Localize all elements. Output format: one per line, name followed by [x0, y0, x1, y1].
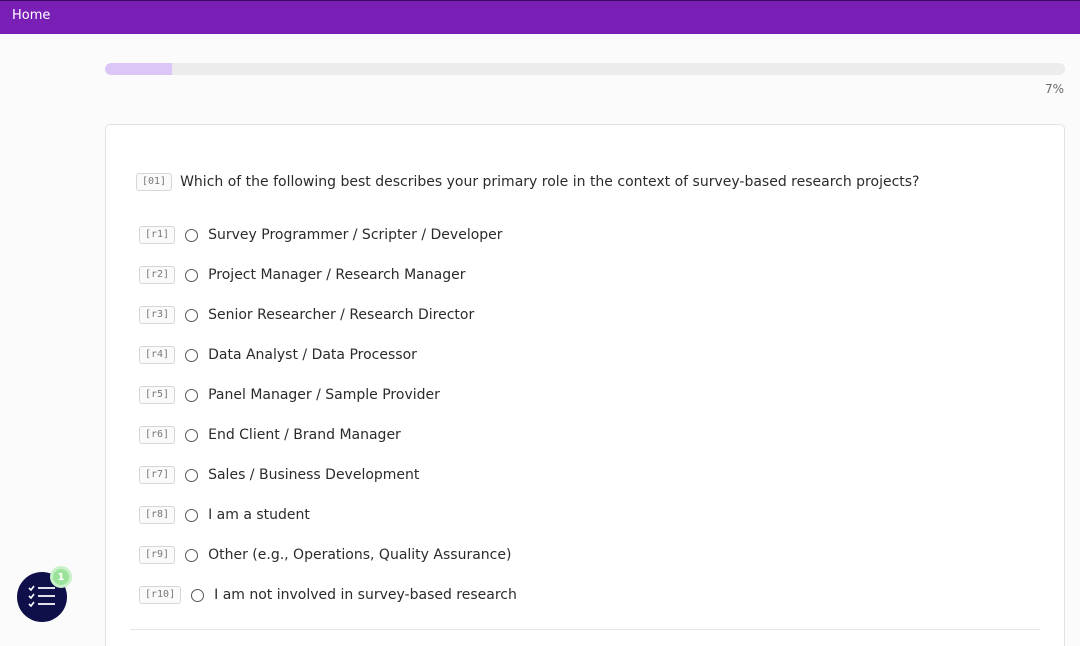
radio-button[interactable]	[185, 508, 199, 522]
option-r6[interactable]: [r6] End Client / Brand Manager	[139, 415, 517, 455]
option-tag: [r9]	[139, 546, 176, 564]
home-link[interactable]: Home	[12, 8, 50, 23]
radio-button[interactable]	[185, 308, 199, 322]
option-r5[interactable]: [r5] Panel Manager / Sample Provider	[139, 375, 517, 415]
option-tag: [r8]	[139, 506, 176, 524]
option-label[interactable]: I am a student	[208, 507, 310, 523]
option-tag: [r4]	[139, 346, 176, 364]
option-label[interactable]: Sales / Business Development	[208, 467, 419, 483]
checklist-fab-button[interactable]: 1	[17, 566, 72, 622]
option-label[interactable]: Project Manager / Research Manager	[208, 267, 465, 283]
question-header: [01] Which of the following best describ…	[136, 173, 919, 191]
option-r10[interactable]: [r10] I am not involved in survey-based …	[139, 575, 517, 615]
option-r8[interactable]: [r8] I am a student	[139, 495, 517, 535]
radio-button[interactable]	[185, 548, 199, 562]
top-navbar: Home	[0, 0, 1080, 34]
progress-percent: 7%	[1044, 82, 1064, 96]
radio-button[interactable]	[185, 228, 199, 242]
progress-bar-fill	[105, 63, 173, 75]
radio-button[interactable]	[191, 588, 205, 602]
option-tag: [r3]	[139, 306, 176, 324]
notification-badge: 1	[50, 566, 72, 588]
question-text: Which of the following best describes yo…	[180, 174, 920, 190]
option-label[interactable]: Senior Researcher / Research Director	[208, 307, 474, 323]
option-tag: [r5]	[139, 386, 176, 404]
option-label[interactable]: Other (e.g., Operations, Quality Assuran…	[208, 547, 511, 563]
option-tag: [r7]	[139, 466, 176, 484]
radio-button[interactable]	[185, 428, 199, 442]
option-tag: [r10]	[139, 586, 182, 604]
option-label[interactable]: End Client / Brand Manager	[208, 427, 401, 443]
option-tag: [r2]	[139, 266, 176, 284]
radio-button[interactable]	[185, 268, 199, 282]
option-tag: [r1]	[139, 226, 176, 244]
progress-bar	[105, 63, 1065, 75]
question-id-tag: [01]	[136, 173, 173, 191]
option-label[interactable]: I am not involved in survey-based resear…	[214, 587, 517, 603]
checklist-icon	[28, 585, 55, 608]
answer-options: [r1] Survey Programmer / Scripter / Deve…	[139, 215, 517, 615]
option-r9[interactable]: [r9] Other (e.g., Operations, Quality As…	[139, 535, 517, 575]
radio-button[interactable]	[185, 348, 199, 362]
option-label[interactable]: Panel Manager / Sample Provider	[208, 387, 440, 403]
card-divider	[130, 629, 1040, 630]
option-r2[interactable]: [r2] Project Manager / Research Manager	[139, 255, 517, 295]
question-card: [01] Which of the following best describ…	[105, 124, 1065, 646]
option-tag: [r6]	[139, 426, 176, 444]
badge-count: 1	[57, 571, 65, 583]
option-label[interactable]: Survey Programmer / Scripter / Developer	[208, 227, 502, 243]
option-r1[interactable]: [r1] Survey Programmer / Scripter / Deve…	[139, 215, 517, 255]
radio-button[interactable]	[185, 388, 199, 402]
option-label[interactable]: Data Analyst / Data Processor	[208, 347, 417, 363]
option-r7[interactable]: [r7] Sales / Business Development	[139, 455, 517, 495]
option-r4[interactable]: [r4] Data Analyst / Data Processor	[139, 335, 517, 375]
option-r3[interactable]: [r3] Senior Researcher / Research Direct…	[139, 295, 517, 335]
radio-button[interactable]	[185, 468, 199, 482]
